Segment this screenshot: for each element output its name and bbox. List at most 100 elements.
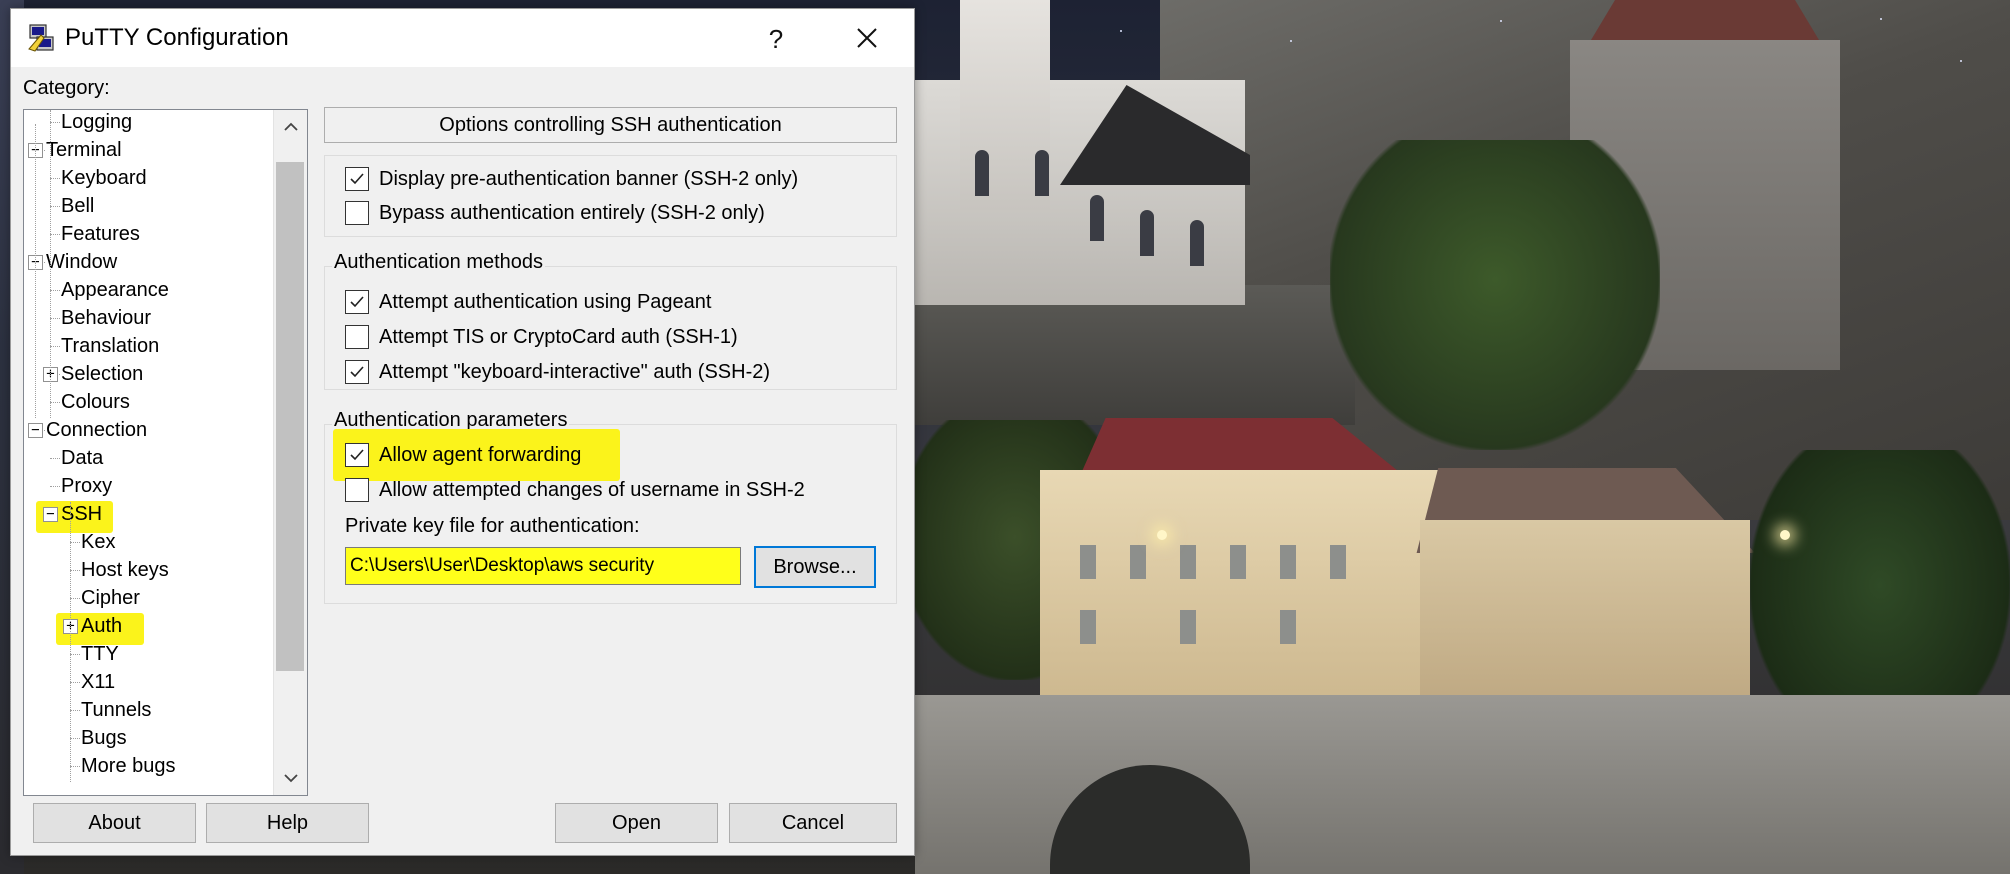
tree-connector bbox=[70, 542, 80, 543]
wallpaper-window bbox=[1180, 545, 1196, 579]
browse-button[interactable]: Browse... bbox=[754, 546, 876, 588]
tree-connector bbox=[50, 234, 60, 235]
wallpaper-window bbox=[1080, 610, 1096, 644]
private-key-file-input[interactable]: C:\Users\User\Desktop\aws security bbox=[345, 547, 741, 585]
checkbox-label: Attempt "keyboard-interactive" auth (SSH… bbox=[379, 360, 771, 383]
tree-connector bbox=[50, 402, 60, 403]
wallpaper-window bbox=[1090, 195, 1104, 241]
tree-connector bbox=[50, 346, 60, 347]
methods-group-title: Authentication methods bbox=[332, 251, 546, 274]
tree-item-auth[interactable]: Auth bbox=[81, 612, 122, 640]
cancel-button[interactable]: Cancel bbox=[729, 803, 897, 843]
category-tree[interactable]: Logging − Terminal Keyboard Bell Features − Win… bbox=[23, 109, 308, 796]
tree-item-logging[interactable]: Logging bbox=[61, 110, 132, 136]
tree-connector bbox=[50, 318, 60, 319]
tree-item-x11[interactable]: X11 bbox=[81, 668, 115, 696]
checkbox-box[interactable] bbox=[345, 478, 369, 502]
wallpaper-window bbox=[1035, 150, 1049, 196]
tree-item-host-keys[interactable]: Host keys bbox=[81, 556, 169, 584]
tree-connector bbox=[70, 654, 80, 655]
checkbox-box[interactable] bbox=[345, 290, 369, 314]
tree-item-window[interactable]: Window bbox=[46, 248, 117, 276]
tree-guide bbox=[70, 502, 71, 782]
tree-item-keyboard[interactable]: Keyboard bbox=[61, 164, 147, 192]
tree-item-bugs[interactable]: Bugs bbox=[81, 724, 127, 752]
category-label: Category: bbox=[23, 77, 110, 99]
wallpaper-window bbox=[1230, 545, 1246, 579]
tree-collapse-icon[interactable]: − bbox=[43, 507, 58, 522]
tree-item-connection[interactable]: Connection bbox=[46, 416, 147, 444]
tis-checkbox[interactable]: Attempt TIS or CryptoCard auth (SSH-1) bbox=[345, 325, 738, 349]
tree-item-appearance[interactable]: Appearance bbox=[61, 276, 169, 304]
wallpaper-tree bbox=[1330, 140, 1660, 450]
wallpaper-window bbox=[1190, 220, 1204, 266]
tree-connector bbox=[50, 122, 60, 123]
wallpaper-star bbox=[1120, 30, 1122, 32]
keyboard-interactive-checkbox[interactable]: Attempt "keyboard-interactive" auth (SSH… bbox=[345, 360, 770, 384]
tree-connector bbox=[70, 682, 80, 683]
tree-scrollbar[interactable] bbox=[273, 110, 307, 795]
bypass-auth-checkbox[interactable]: Bypass authentication entirely (SSH-2 on… bbox=[345, 201, 765, 225]
tree-item-terminal[interactable]: Terminal bbox=[46, 136, 122, 164]
wallpaper-house bbox=[1040, 470, 1440, 700]
help-button[interactable]: Help bbox=[206, 803, 369, 843]
wallpaper-window bbox=[1080, 545, 1096, 579]
agent-forwarding-checkbox[interactable]: Allow agent forwarding bbox=[345, 443, 581, 467]
tree-collapse-icon[interactable]: − bbox=[28, 423, 43, 438]
open-button[interactable]: Open bbox=[555, 803, 718, 843]
scroll-up-icon[interactable] bbox=[274, 110, 307, 144]
tree-connector bbox=[70, 598, 80, 599]
tree-guide bbox=[35, 124, 36, 418]
tree-item-ssh[interactable]: SSH bbox=[61, 500, 102, 528]
keyfile-label: Private key file for authentication: bbox=[345, 515, 640, 537]
tree-scroll-thumb[interactable] bbox=[276, 162, 304, 671]
tree-item-tty[interactable]: TTY bbox=[81, 640, 119, 668]
wallpaper-window bbox=[1280, 610, 1296, 644]
pageant-checkbox[interactable]: Attempt authentication using Pageant bbox=[345, 290, 711, 314]
about-button[interactable]: About bbox=[33, 803, 196, 843]
wallpaper-lamp bbox=[1780, 530, 1790, 540]
wallpaper-star bbox=[1960, 60, 1962, 62]
tree-item-bell[interactable]: Bell bbox=[61, 192, 94, 220]
display-banner-checkbox[interactable]: Display pre-authentication banner (SSH-2… bbox=[345, 167, 798, 191]
wallpaper-star bbox=[1500, 20, 1502, 22]
checkbox-box[interactable] bbox=[345, 360, 369, 384]
scroll-down-icon[interactable] bbox=[274, 761, 307, 795]
panel-header: Options controlling SSH authentication bbox=[324, 107, 897, 143]
tree-item-translation[interactable]: Translation bbox=[61, 332, 159, 360]
tree-connector bbox=[50, 206, 60, 207]
wallpaper-lamp bbox=[1157, 530, 1167, 540]
wallpaper-star bbox=[1880, 18, 1882, 20]
checkbox-label: Allow agent forwarding bbox=[379, 443, 582, 466]
checkbox-label: Allow attempted changes of username in S… bbox=[379, 478, 805, 501]
checkbox-box[interactable] bbox=[345, 325, 369, 349]
tree-connector bbox=[70, 766, 80, 767]
tree-item-colours[interactable]: Colours bbox=[61, 388, 130, 416]
checkbox-box[interactable] bbox=[345, 201, 369, 225]
tree-item-behaviour[interactable]: Behaviour bbox=[61, 304, 151, 332]
title-bar[interactable]: PuTTY Configuration ? bbox=[11, 9, 914, 67]
tree-item-more-bugs[interactable]: More bugs bbox=[81, 752, 176, 780]
close-icon[interactable] bbox=[820, 9, 914, 67]
checkbox-box[interactable] bbox=[345, 443, 369, 467]
help-question-icon[interactable]: ? bbox=[746, 17, 806, 61]
tree-connector bbox=[50, 178, 60, 179]
tree-item-cipher[interactable]: Cipher bbox=[81, 584, 140, 612]
tree-item-tunnels[interactable]: Tunnels bbox=[81, 696, 151, 724]
tree-item-selection[interactable]: Selection bbox=[61, 360, 143, 388]
tree-connector bbox=[50, 458, 60, 459]
wallpaper-window bbox=[1330, 545, 1346, 579]
tree-guide bbox=[50, 110, 51, 418]
username-change-checkbox[interactable]: Allow attempted changes of username in S… bbox=[345, 478, 805, 502]
tree-connector bbox=[70, 710, 80, 711]
tree-item-proxy[interactable]: Proxy bbox=[61, 472, 112, 500]
putty-icon bbox=[27, 23, 57, 53]
tree-item-data[interactable]: Data bbox=[61, 444, 103, 472]
wallpaper-house bbox=[1420, 520, 1750, 700]
checkbox-label: Attempt TIS or CryptoCard auth (SSH-1) bbox=[379, 325, 738, 348]
tree-item-kex[interactable]: Kex bbox=[81, 528, 115, 556]
wallpaper-window bbox=[975, 150, 989, 196]
checkbox-box[interactable] bbox=[345, 167, 369, 191]
tree-item-features[interactable]: Features bbox=[61, 220, 140, 248]
tree-connector bbox=[70, 738, 80, 739]
